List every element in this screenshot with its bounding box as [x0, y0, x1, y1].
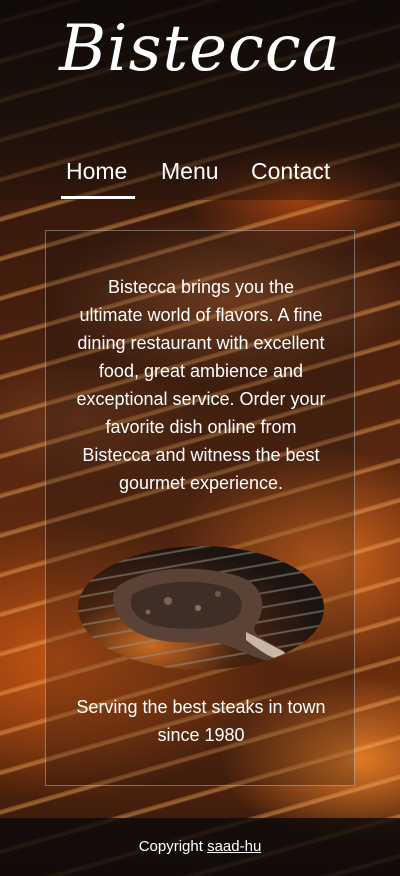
site-header: Bistecca Home Menu Contact	[0, 0, 400, 200]
author-link[interactable]: saad-hu	[207, 838, 261, 855]
intro-text: Bistecca brings you the ultimate world o…	[76, 277, 326, 493]
active-nav-indicator	[61, 196, 135, 199]
brand-logo[interactable]: Bistecca	[0, 12, 400, 86]
steak-illustration	[113, 568, 286, 662]
nav-item-menu[interactable]: Menu	[161, 158, 219, 200]
intro-card: Bistecca brings you the ultimate world o…	[45, 230, 355, 786]
main-nav: Home Menu Contact	[0, 158, 400, 200]
steak-image	[78, 546, 324, 670]
site-footer: Copyright saad-hu	[0, 818, 400, 876]
nav-item-home[interactable]: Home	[66, 158, 127, 200]
tagline-text: Serving the best steaks in town since 19…	[76, 697, 326, 745]
copyright-label: Copyright	[138, 838, 203, 855]
nav-item-contact[interactable]: Contact	[251, 158, 330, 200]
